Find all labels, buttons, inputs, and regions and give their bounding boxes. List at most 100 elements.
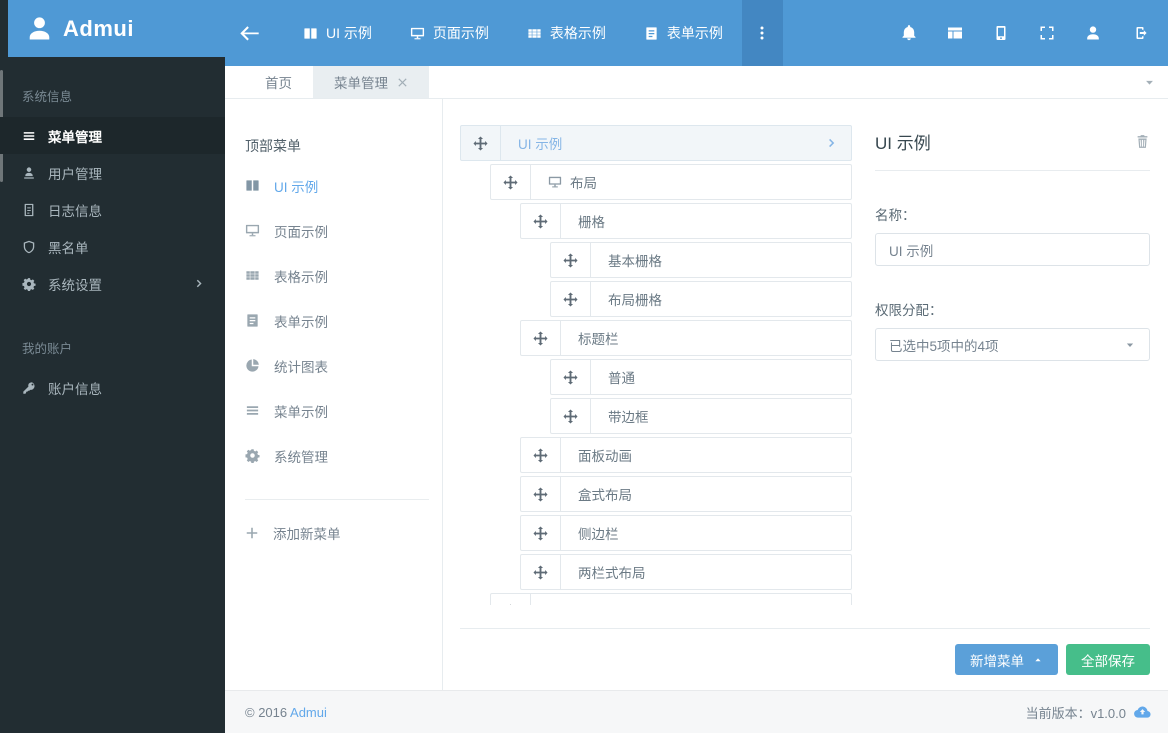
drag-handle[interactable]: [461, 126, 501, 160]
navbar-item-icon: [410, 26, 425, 41]
drag-handle[interactable]: [491, 165, 531, 199]
tree-row-label: 基本栅格: [608, 254, 662, 269]
navbar-item[interactable]: 表单示例: [625, 0, 742, 66]
drag-handle[interactable]: [521, 516, 561, 550]
tree-row[interactable]: [490, 593, 852, 605]
tree-row-label-wrap: 布局栅格: [591, 282, 851, 316]
drag-handle[interactable]: [551, 243, 591, 277]
drag-handle[interactable]: [521, 438, 561, 472]
tree-row[interactable]: 普通: [550, 359, 852, 395]
menu-panel-item-label: UI 示例: [274, 179, 319, 195]
back-button[interactable]: [225, 0, 284, 66]
menu-panel-item-charts[interactable]: 统计图表: [245, 343, 442, 388]
drag-handle[interactable]: [521, 321, 561, 355]
tree-row[interactable]: UI 示例: [460, 125, 852, 161]
tab-label: 菜单管理: [334, 76, 388, 91]
more-menu-button[interactable]: [741, 0, 783, 66]
add-menu-button[interactable]: 新增菜单: [955, 644, 1058, 675]
tab-menu-management[interactable]: 菜单管理: [313, 66, 429, 98]
tree-row[interactable]: 盒式布局: [520, 476, 852, 512]
menu-panel-item-page-demo[interactable]: 页面示例: [245, 208, 442, 253]
work-zone: UI 示例 布局 栅格 基本栅格 布局栅格 标题栏 普通 带边框 面板动画 盒式…: [443, 99, 1168, 690]
navbar-item-label: 表单示例: [666, 25, 723, 41]
drag-handle[interactable]: [521, 204, 561, 238]
detail-divider: [875, 170, 1150, 171]
save-all-button-label: 全部保存: [1081, 653, 1135, 669]
navbar-item-label: UI 示例: [326, 25, 372, 41]
tree-row[interactable]: 布局: [490, 164, 852, 200]
menu-panel-item-table-demo[interactable]: 表格示例: [245, 253, 442, 298]
tree-row[interactable]: 面板动画: [520, 437, 852, 473]
sidebar-item-system-settings[interactable]: 系统设置: [0, 265, 225, 302]
tree-row[interactable]: 侧边栏: [520, 515, 852, 551]
tree-row-label-wrap: 基本栅格: [591, 243, 851, 277]
tree-row-label-wrap: 两栏式布局: [561, 555, 851, 589]
add-new-menu-button[interactable]: 添加新菜单: [245, 510, 442, 555]
sidebar-item-account-info[interactable]: 账户信息: [0, 369, 225, 406]
sidebar: 系统信息 菜单管理 用户管理 日志信息 黑名单 系统设置 我的账户 账户信息: [0, 66, 225, 733]
tab-home[interactable]: 首页: [244, 66, 313, 98]
navbar-icon-button-layout-button[interactable]: [932, 0, 978, 66]
permission-select[interactable]: 已选中5项中的4项: [875, 328, 1150, 361]
navbar-icon-button-user-button[interactable]: [1070, 0, 1116, 66]
menu-panel-item-ui-demo[interactable]: UI 示例: [245, 163, 442, 208]
permission-field-label: 权限分配：: [875, 303, 943, 318]
top-menu-panel: 顶部菜单 UI 示例 页面示例 表格示例 表单示例 统计图表 菜单示例 系统管理…: [225, 99, 443, 690]
tree-row-label: 标题栏: [578, 332, 619, 347]
menu-panel-item-icon: [245, 268, 260, 283]
navbar-icon-button-mobile-button[interactable]: [978, 0, 1024, 66]
navbar-right-icon: [993, 25, 1009, 41]
tree-row[interactable]: 两栏式布局: [520, 554, 852, 590]
footer-brand-link[interactable]: Admui: [290, 705, 327, 720]
tree-row[interactable]: 基本栅格: [550, 242, 852, 278]
sidebar-item-menu-management[interactable]: 菜单管理: [0, 117, 225, 154]
menu-panel-item-icon: [245, 403, 260, 418]
footer: © 2016 Admui 当前版本：v1.0.0: [225, 690, 1168, 733]
app-window: Admui UI 示例 页面示例 表格示例 表单示例 系统信息 菜单管理 用户管…: [0, 0, 1168, 733]
close-tab-icon[interactable]: [397, 77, 408, 88]
navbar-icon-button-fullscreen-button[interactable]: [1024, 0, 1070, 66]
sidebar-item-log-info[interactable]: 日志信息: [0, 191, 225, 228]
drag-handle[interactable]: [551, 399, 591, 433]
navbar-item[interactable]: 表格示例: [508, 0, 625, 66]
menu-panel-item-form-demo[interactable]: 表单示例: [245, 298, 442, 343]
move-icon: [563, 409, 578, 424]
navbar-item[interactable]: 页面示例: [391, 0, 508, 66]
save-all-button[interactable]: 全部保存: [1066, 644, 1150, 675]
name-input[interactable]: [875, 233, 1150, 266]
add-menu-button-label: 新增菜单: [970, 653, 1024, 669]
drag-handle[interactable]: [521, 477, 561, 511]
tree-row-label-wrap: 侧边栏: [561, 516, 851, 550]
cloud-upload-icon[interactable]: [1134, 704, 1151, 721]
sidebar-item-user-management[interactable]: 用户管理: [0, 154, 225, 191]
menu-panel-item-menu-demo[interactable]: 菜单示例: [245, 388, 442, 433]
tree-row[interactable]: 栅格: [520, 203, 852, 239]
tree-row[interactable]: 布局栅格: [550, 281, 852, 317]
navbar-icon-button-logout-button[interactable]: [1116, 0, 1162, 66]
menu-panel-title: 顶部菜单: [245, 138, 301, 154]
sidebar-item-blacklist[interactable]: 黑名单: [0, 228, 225, 265]
sidebar-item-icon: [22, 129, 36, 143]
move-icon: [563, 292, 578, 307]
caret-up-icon: [1033, 655, 1043, 665]
drag-handle[interactable]: [551, 360, 591, 394]
navbar-icon-button-notifications-button[interactable]: [886, 0, 932, 66]
menu-panel-item-system-admin[interactable]: 系统管理: [245, 433, 442, 478]
tab-label: 首页: [265, 76, 292, 91]
tree-row[interactable]: 标题栏: [520, 320, 852, 356]
menu-panel-item-icon: [245, 358, 260, 373]
tree-row-label: 带边框: [608, 410, 649, 425]
dots-vertical-icon: [754, 25, 770, 41]
drag-handle[interactable]: [551, 282, 591, 316]
add-new-menu-label: 添加新菜单: [273, 526, 341, 542]
drag-handle[interactable]: [491, 594, 531, 605]
chevron-right-icon: [826, 137, 838, 149]
drag-handle[interactable]: [521, 555, 561, 589]
tab-list-caret-icon[interactable]: [1143, 76, 1156, 89]
move-icon: [563, 370, 578, 385]
tree-row[interactable]: 带边框: [550, 398, 852, 434]
brand-logo[interactable]: Admui: [8, 0, 225, 57]
navbar-item[interactable]: UI 示例: [284, 0, 391, 66]
delete-menu-trash-icon[interactable]: [1135, 134, 1150, 149]
tree-row-label-wrap: 标题栏: [561, 321, 851, 355]
